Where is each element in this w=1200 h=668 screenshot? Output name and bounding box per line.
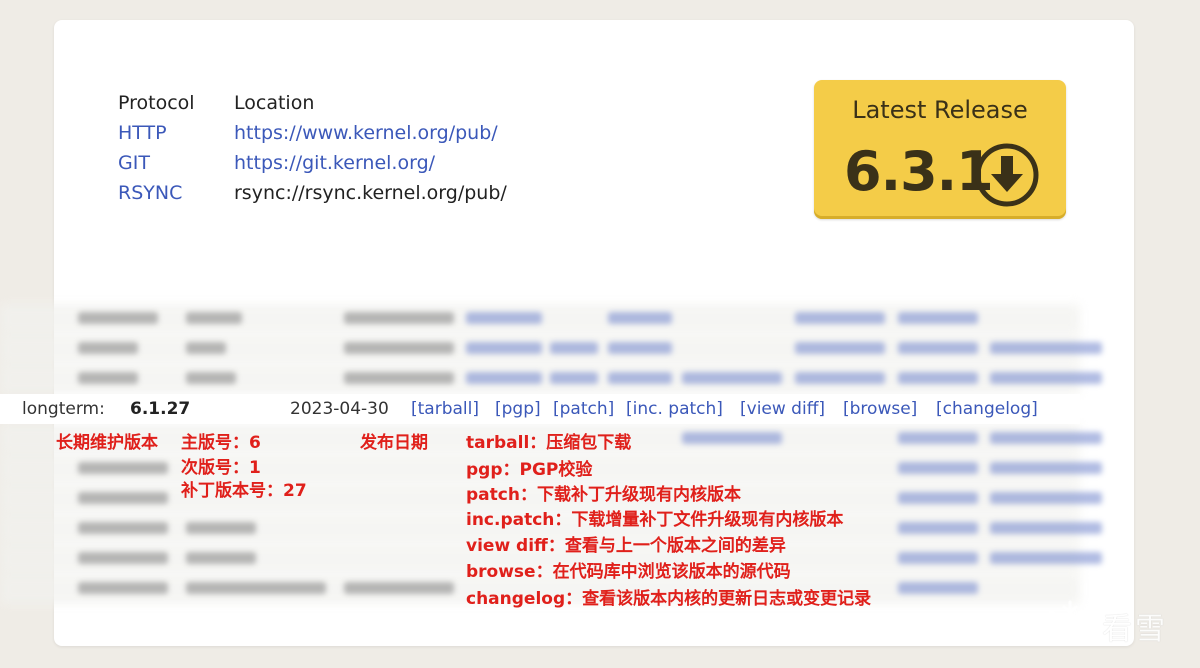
- release-date: 2023-04-30: [290, 399, 389, 419]
- pgp-link[interactable]: [pgp]: [495, 399, 541, 419]
- inc-patch-link[interactable]: [inc. patch]: [626, 399, 723, 419]
- annotation-kind: 长期维护版本: [56, 433, 158, 453]
- annotation-pgp: pgp：PGP校验: [466, 460, 593, 480]
- annotation-patchlevel: 补丁版本号：27: [181, 481, 307, 501]
- annotation-patch: patch：下载补丁升级现有内核版本: [466, 485, 741, 505]
- annotation-view-diff: view diff：查看与上一个版本之间的差异: [466, 536, 786, 556]
- annotation-changelog: changelog：查看该版本内核的更新日志或变更记录: [466, 589, 872, 609]
- annotation-inc-patch: inc.patch：下载增量补丁文件升级现有内核版本: [466, 510, 844, 530]
- annotation-major: 主版号：6: [181, 433, 261, 453]
- release-row-longterm: longterm: 6.1.27 2023-04-30 [tarball] [p…: [0, 394, 1080, 424]
- watermark: 看雪: [1044, 598, 1194, 648]
- changelog-link[interactable]: [changelog]: [936, 399, 1038, 419]
- patch-link[interactable]: [patch]: [553, 399, 614, 419]
- annotation-minor: 次版号：1: [181, 458, 261, 478]
- annotation-browse: browse：在代码库中浏览该版本的源代码: [466, 562, 791, 582]
- release-kind: longterm:: [22, 399, 105, 419]
- browse-link[interactable]: [browse]: [843, 399, 917, 419]
- annotation-tarball: tarball：压缩包下载: [466, 433, 632, 453]
- watermark-text: 看雪: [1102, 612, 1168, 647]
- view-diff-link[interactable]: [view diff]: [740, 399, 825, 419]
- snowflake-icon: [1049, 600, 1091, 646]
- tarball-link[interactable]: [tarball]: [411, 399, 479, 419]
- release-version: 6.1.27: [130, 399, 191, 419]
- annotation-date: 发布日期: [360, 433, 428, 453]
